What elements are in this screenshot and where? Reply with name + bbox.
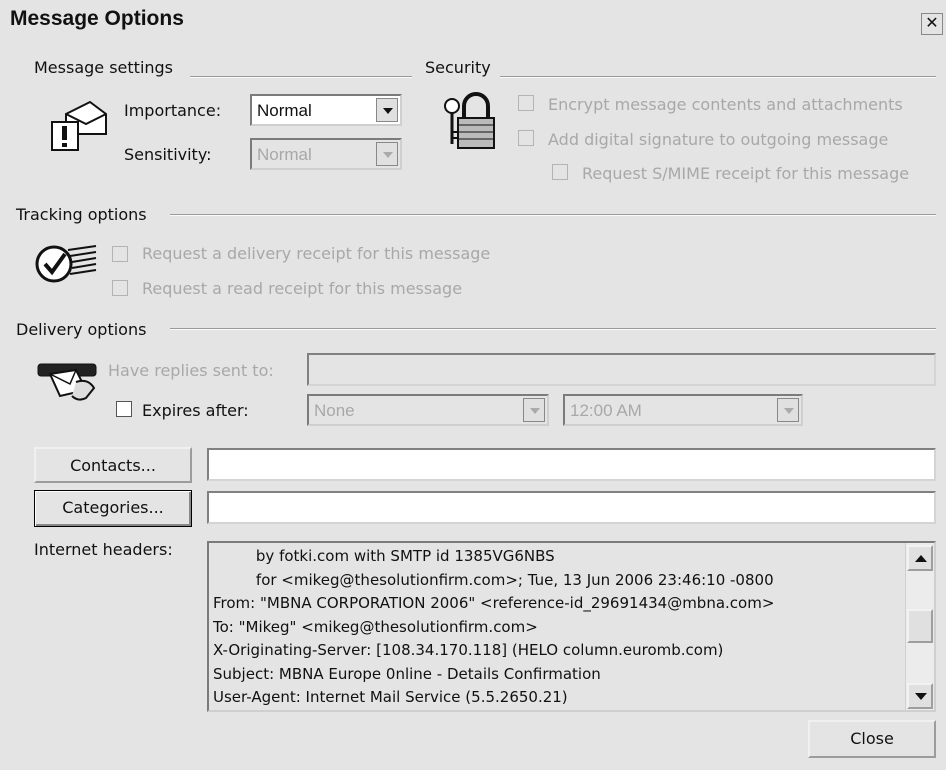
expires-time-value: 12:00 AM [570,401,642,420]
delivery-heading: Delivery options [16,320,155,339]
chevron-down-icon[interactable] [523,398,545,422]
internet-headers-label: Internet headers: [34,540,173,559]
categories-button-label: Categories... [62,498,164,517]
tracking-heading: Tracking options [16,205,155,224]
internet-headers-text: by fotki.com with SMTP id 1385VG6NBS for… [213,545,903,710]
chevron-down-icon[interactable] [376,142,398,166]
internet-headers-textarea[interactable]: by fotki.com with SMTP id 1385VG6NBS for… [207,541,936,712]
read-receipt-label: Request a read receipt for this message [142,279,463,298]
replies-label: Have replies sent to: [108,361,274,380]
header-line: by fotki.com with SMTP id 1385VG6NBS [213,547,555,565]
sensitivity-label: Sensitivity: [124,145,212,164]
title-bar[interactable]: Message Options ✕ [0,0,946,38]
contacts-input[interactable] [207,448,936,481]
chevron-down-icon[interactable] [376,98,398,122]
header-line: From: "MBNA CORPORATION 2006" <reference… [213,594,775,612]
contacts-button[interactable]: Contacts... [34,447,192,483]
contacts-button-label: Contacts... [70,456,156,475]
expires-date-value: None [314,401,355,420]
categories-button[interactable]: Categories... [34,490,192,527]
delivery-receipt-checkbox[interactable] [112,246,128,262]
sensitivity-value: Normal [257,145,312,164]
importance-select[interactable]: Normal [250,94,402,126]
tracking-divider [170,214,936,216]
digital-signature-label: Add digital signature to outgoing messag… [548,130,889,149]
read-receipt-checkbox[interactable] [112,280,128,296]
hand-envelope-icon [37,363,97,401]
sensitivity-select[interactable]: Normal [250,138,402,170]
header-line: User-Agent: Internet Mail Service (5.5.2… [213,688,568,706]
security-heading: Security [425,58,499,77]
importance-value: Normal [257,101,312,120]
envelope-exclamation-icon [51,100,107,151]
expires-time-select[interactable]: 12:00 AM [563,394,803,426]
close-button[interactable]: Close [808,720,936,758]
scroll-thumb[interactable] [907,609,933,643]
delivery-divider [170,328,936,330]
smime-receipt-label: Request S/MIME receipt for this message [582,164,910,183]
importance-label: Importance: [124,101,222,120]
close-button-label: Close [850,729,894,748]
categories-input[interactable] [207,491,936,524]
close-icon[interactable]: ✕ [921,13,943,35]
message-options-dialog: Message Options ✕ Message settings Impor… [0,0,946,770]
digital-signature-checkbox[interactable] [518,130,534,146]
expires-label: Expires after: [142,401,249,420]
replies-input[interactable] [307,353,936,386]
padlock-keys-icon [444,92,495,149]
header-line: X-Originating-Server: [108.34.170.118] (… [213,641,724,659]
headers-scrollbar[interactable] [905,543,934,710]
chevron-down-icon[interactable] [777,398,799,422]
delivery-receipt-label: Request a delivery receipt for this mess… [142,244,491,263]
header-line: Subject: MBNA Europe 0nline - Details Co… [213,664,601,683]
encrypt-checkbox[interactable] [518,95,534,111]
header-line: for <mikeg@thesolutionfirm.com>; Tue, 13… [213,570,774,589]
encrypt-label: Encrypt message contents and attachments [548,95,903,114]
scroll-up-icon[interactable] [907,545,933,571]
checkmark-envelope-icon [35,245,97,283]
expires-date-select[interactable]: None [307,394,549,426]
message-settings-divider [190,76,412,78]
scroll-down-icon[interactable] [907,683,933,709]
dialog-title: Message Options [10,7,184,30]
security-divider [500,76,936,78]
message-settings-heading: Message settings [34,58,182,77]
smime-receipt-checkbox[interactable] [552,164,568,180]
header-line: To: "Mikeg" <mikeg@thesolutionfirm.com> [213,617,538,636]
expires-checkbox[interactable] [116,401,132,417]
